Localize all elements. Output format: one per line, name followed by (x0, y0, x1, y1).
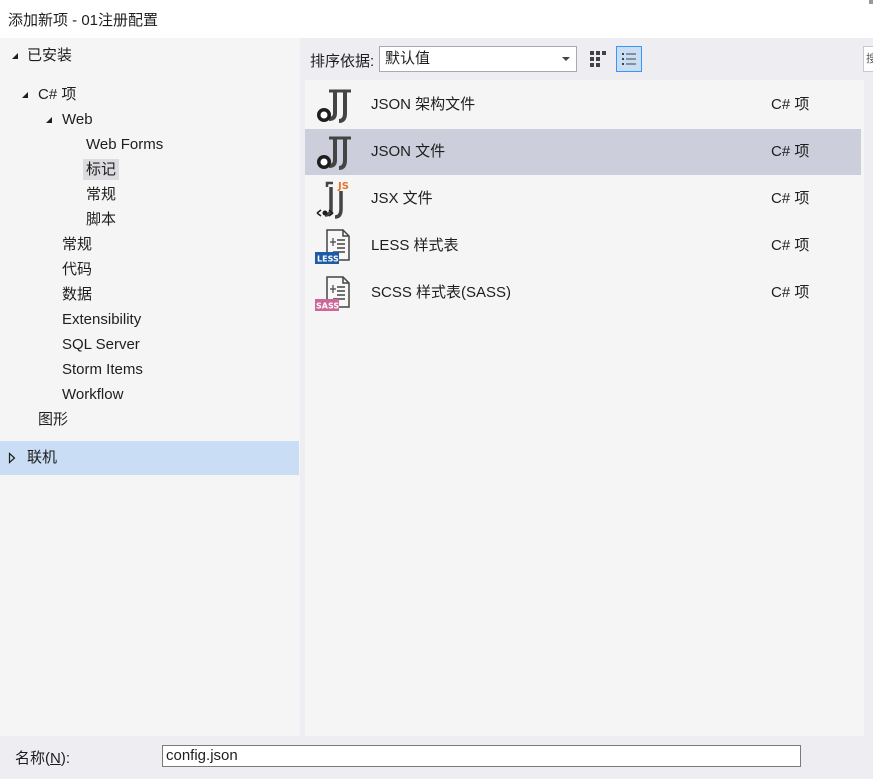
tree-item-online[interactable]: 联机 (0, 441, 299, 475)
tree-item-graphics[interactable]: 图形 (38, 408, 68, 432)
window-corner-edge (869, 0, 873, 4)
json-schema-icon (317, 89, 351, 123)
tree-item-sql-server[interactable]: SQL Server (62, 333, 140, 357)
name-bar: 名称(N): config.json (0, 736, 873, 779)
name-input[interactable]: config.json (162, 745, 801, 767)
template-tree: 已安装 C# 项 Web Web Forms 标记 常规 脚本 常规 代码 数据… (0, 38, 300, 736)
tree-label: Workflow (62, 386, 124, 403)
tree-item-script[interactable]: 脚本 (86, 208, 116, 232)
list-item[interactable]: SASS SCSS 样式表(SASS) C# 项 (305, 270, 861, 316)
list-item[interactable]: JS JSX 文件 C# 项 (305, 176, 861, 222)
sort-label: 排序依据: (310, 53, 375, 70)
tree-item-web-general[interactable]: 常规 (86, 183, 116, 207)
expanded-arrow-icon[interactable] (8, 44, 22, 68)
less-file-icon: LESS (315, 229, 350, 264)
search-placeholder: 搜 (866, 53, 873, 65)
tree-label: Extensibility (62, 311, 142, 328)
list-item[interactable]: LESS LESS 样式表 C# 项 (305, 223, 861, 269)
item-name: JSON 架构文件 (371, 96, 476, 113)
tree-item-storm-items[interactable]: Storm Items (62, 358, 143, 382)
scss-file-icon: SASS (315, 276, 350, 311)
list-view-button[interactable] (616, 46, 642, 72)
tree-label: 联机 (27, 449, 58, 466)
tree-item-code[interactable]: 代码 (62, 258, 92, 282)
expanded-arrow-icon[interactable] (42, 108, 56, 132)
sort-value: 默认值 (385, 50, 431, 67)
name-label: 名称(N): (15, 747, 70, 768)
chevron-down-icon (562, 57, 570, 61)
tree-label: Web Forms (86, 136, 164, 153)
item-type: C# 项 (771, 237, 810, 254)
item-name: LESS 样式表 (371, 237, 459, 254)
tree-label: 脚本 (86, 211, 117, 228)
item-badge: JS (337, 181, 349, 192)
tree-item-data[interactable]: 数据 (62, 283, 92, 307)
tree-label: SQL Server (62, 336, 140, 353)
tree-label: C# 项 (38, 86, 77, 103)
item-type: C# 项 (771, 190, 810, 207)
item-badge: LESS (317, 255, 339, 264)
list-view-icon (622, 53, 636, 65)
tree-label: 标记 (83, 159, 120, 180)
tree-label: 常规 (62, 236, 93, 253)
list-toolbar: 排序依据: 默认值 搜 (305, 38, 873, 80)
tree-item-extensibility[interactable]: Extensibility (62, 308, 141, 332)
list-item-selected[interactable]: JSON 文件 C# 项 (305, 129, 861, 175)
small-icons-view-button[interactable] (585, 46, 611, 72)
tree-label: Web (62, 111, 93, 128)
item-badge: SASS (316, 302, 339, 311)
title-bar: 添加新项 - 01注册配置 (0, 0, 873, 38)
item-name: JSON 文件 (371, 143, 446, 160)
name-label-prefix: 名称( (15, 750, 50, 767)
tree-item-markup[interactable]: 标记 (83, 158, 120, 182)
name-label-accelerator: N (50, 750, 61, 767)
tree-label: 数据 (62, 286, 93, 303)
grid-view-icon (590, 51, 606, 67)
tree-item-workflow[interactable]: Workflow (62, 383, 123, 407)
expanded-arrow-icon[interactable] (18, 83, 32, 107)
json-file-icon (317, 136, 351, 170)
item-type: C# 项 (771, 284, 810, 301)
sort-dropdown[interactable]: 默认值 (379, 46, 577, 72)
tree-item-web-forms[interactable]: Web Forms (86, 133, 163, 157)
list-item[interactable]: JSON 架构文件 C# 项 (305, 82, 861, 128)
tree-label: Storm Items (62, 361, 143, 378)
item-type: C# 项 (771, 96, 810, 113)
name-label-suffix: ): (60, 750, 71, 767)
jsx-file-icon: JS (316, 181, 349, 219)
item-name: SCSS 样式表(SASS) (371, 284, 512, 301)
window-title: 添加新项 - 01注册配置 (8, 11, 159, 29)
item-name: JSX 文件 (371, 190, 433, 207)
tree-label: 图形 (38, 411, 69, 428)
tree-label: 已安装 (27, 47, 73, 64)
template-list: JSON 架构文件 C# 项 JSON 文件 C# 项 JS JSX 文件 C#… (305, 80, 864, 736)
item-type: C# 项 (771, 143, 810, 160)
tree-label: 代码 (62, 261, 93, 278)
tree-item-general[interactable]: 常规 (62, 233, 92, 257)
collapsed-arrow-icon[interactable] (8, 451, 16, 468)
tree-label: 常规 (86, 186, 117, 203)
search-input[interactable]: 搜 (863, 46, 873, 72)
